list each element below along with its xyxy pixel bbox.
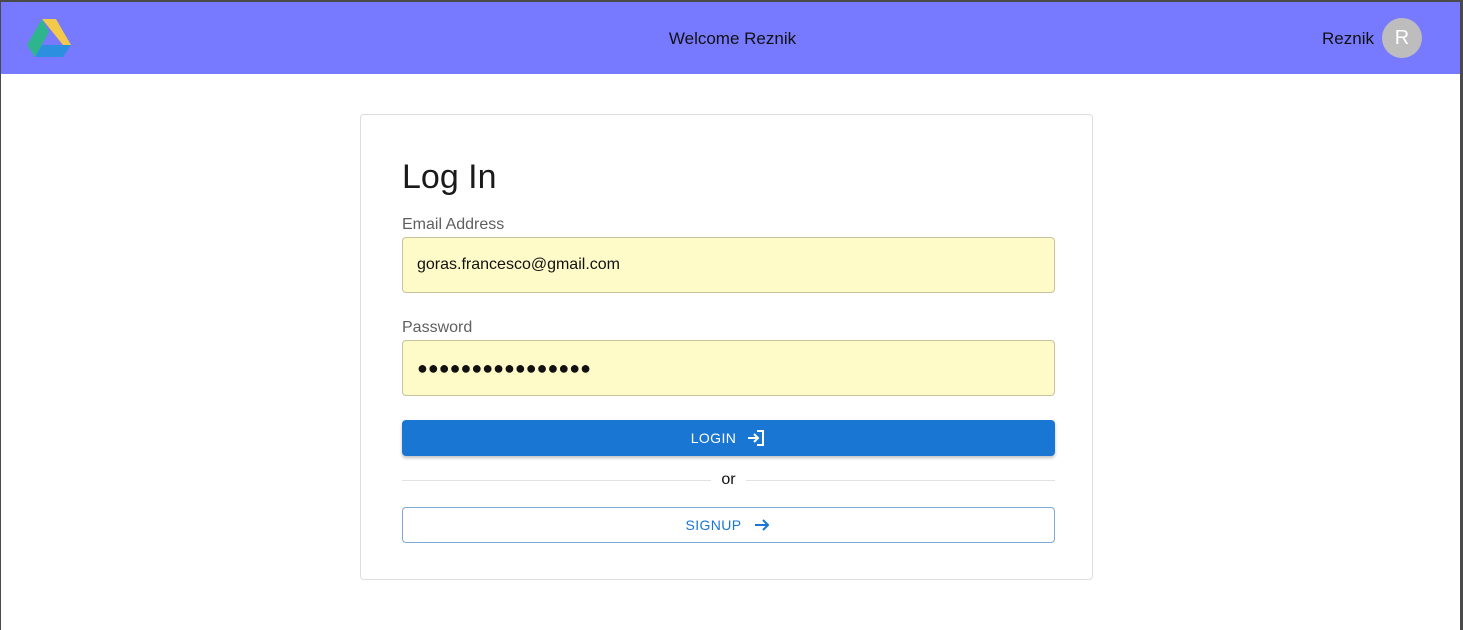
password-value: ●●●●●●●●●●●●●●●● xyxy=(417,357,591,378)
app-bar: Welcome Reznik Reznik R xyxy=(1,2,1460,74)
login-card: Log In Email Address Password ●●●●●●●●●●… xyxy=(360,114,1093,580)
app-window: Welcome Reznik Reznik R Log In Email Add… xyxy=(0,0,1463,630)
login-button-label: LOGIN xyxy=(690,430,737,446)
signup-button[interactable]: SIGNUP xyxy=(402,507,1055,543)
page-title: Log In xyxy=(402,158,497,196)
welcome-message: Welcome Reznik xyxy=(668,29,797,48)
avatar[interactable]: R xyxy=(1382,18,1422,58)
signup-button-label: SIGNUP xyxy=(685,517,742,533)
email-field[interactable] xyxy=(402,237,1055,293)
or-divider: or xyxy=(402,470,1056,490)
password-label: Password xyxy=(402,319,473,336)
login-button[interactable]: LOGIN xyxy=(402,420,1055,456)
login-icon xyxy=(746,428,766,448)
divider-line-left xyxy=(402,479,712,481)
divider-text: or xyxy=(721,471,736,488)
email-label: Email Address xyxy=(402,216,505,233)
divider-line-right xyxy=(745,479,1056,481)
user-name[interactable]: Reznik xyxy=(1322,29,1374,49)
password-field[interactable]: ●●●●●●●●●●●●●●●● xyxy=(402,340,1055,396)
arrow-right-icon xyxy=(752,515,772,535)
